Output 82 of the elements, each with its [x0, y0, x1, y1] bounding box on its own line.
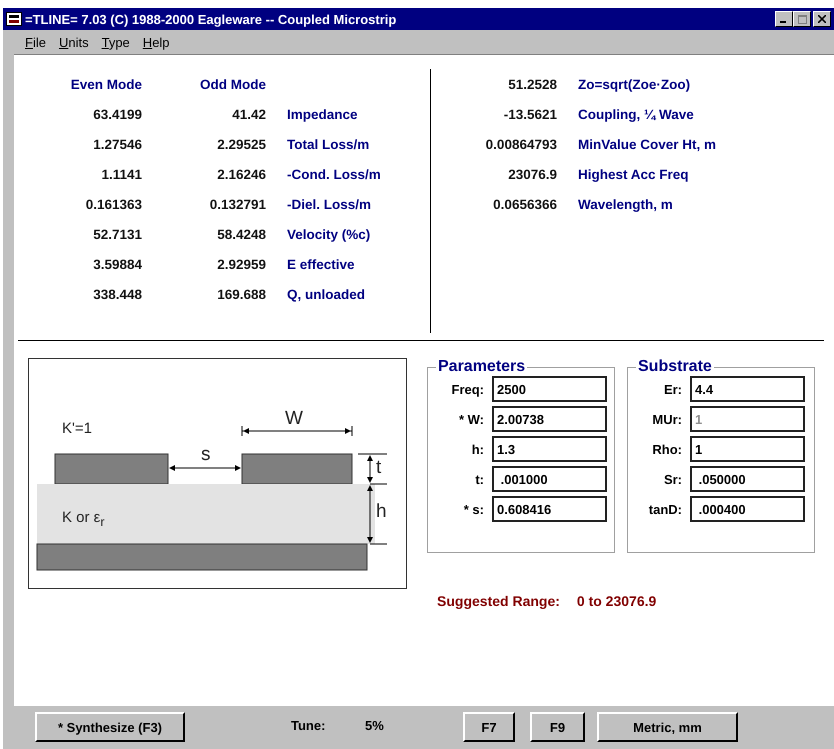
even-mode-value: 1.1141: [100, 166, 142, 182]
result-label: Coupling, ¼ Wave: [577, 106, 695, 122]
result-label: MinValue Cover Ht, m: [577, 136, 716, 152]
input-field[interactable]: .001000: [492, 466, 607, 492]
toolbar-button[interactable]: F9: [530, 712, 585, 742]
toolbar-button[interactable]: F7: [463, 712, 515, 742]
result-label: -Diel. Loss/m: [286, 196, 372, 212]
synthesize-button[interactable]: * Synthesize (F3): [35, 712, 185, 742]
close-icon: [818, 15, 826, 23]
substrate-label: K or ε$_{r}$: [62, 510, 105, 528]
even-mode-value: 3.59884: [92, 256, 142, 272]
input-field[interactable]: 2.00738: [492, 406, 607, 432]
even-mode-value: 0.161363: [84, 196, 142, 212]
result-label: Zo=sqrt(Zoe·Zoo): [577, 76, 692, 92]
tune-value: 5%: [365, 718, 384, 733]
odd-mode-value: 2.29525: [216, 136, 266, 152]
input-field[interactable]: 1: [690, 436, 805, 462]
result-value: -13.5621: [502, 106, 557, 122]
field-label: Sr:: [662, 472, 682, 486]
odd-mode-value: 2.92959: [216, 256, 266, 272]
result-label: Impedance: [286, 106, 359, 122]
input-field[interactable]: 1.3: [492, 436, 607, 462]
even-mode-value: 63.4199: [92, 106, 142, 122]
toolbar-button[interactable]: Metric, mm: [597, 712, 738, 742]
window-title: =TLINE= 7.03 (C) 1988-2000 Eagleware -- Coupled Microstrip: [25, 12, 396, 26]
result-label: Highest Acc Freq: [577, 166, 690, 182]
result-value: 0.00864793: [484, 136, 557, 152]
height-arrow: [367, 485, 388, 544]
minimize-button[interactable]: [775, 11, 793, 27]
spacing-arrow: [169, 465, 241, 471]
even-mode-value: 1.27546: [92, 136, 142, 152]
odd-mode-value: 41.42: [231, 106, 266, 122]
field-label: h:: [470, 442, 484, 456]
height-label: h: [376, 502, 387, 521]
maximize-button[interactable]: [793, 11, 811, 27]
column-header: Odd Mode: [199, 76, 266, 92]
air-label: K'=1: [62, 421, 92, 436]
menu-item[interactable]: File: [25, 34, 46, 50]
menu-item[interactable]: Type: [102, 34, 130, 50]
odd-mode-value: 169.688: [216, 286, 266, 302]
app-icon[interactable]: [6, 12, 22, 26]
width-label: W: [285, 409, 303, 428]
field-label: Rho:: [651, 442, 682, 456]
maximize-icon: [798, 14, 806, 24]
field-label: * s:: [462, 502, 484, 516]
result-label: Velocity (%c): [286, 226, 372, 242]
input-field[interactable]: 0.608416: [492, 496, 607, 522]
result-value: 0.0656366: [492, 196, 557, 212]
suggested-range-label: Suggested Range:: [437, 593, 560, 609]
field-label: Freq:: [450, 382, 484, 396]
thickness-arrow: [358, 454, 388, 484]
suggested-range-value: 0 to 23076.9: [576, 593, 656, 609]
result-label: Q, unloaded: [286, 286, 366, 302]
input-field[interactable]: .050000: [690, 466, 805, 492]
spacing-label: s: [201, 445, 210, 464]
tune-label: Tune:: [291, 718, 326, 733]
result-value: 51.2528: [507, 76, 557, 92]
odd-mode-value: 0.132791: [208, 196, 266, 212]
input-field[interactable]: 2500: [492, 376, 607, 402]
field-label: Er:: [662, 382, 682, 396]
thickness-label: t: [376, 458, 382, 477]
menu-item[interactable]: Units: [58, 34, 89, 50]
odd-mode-value: 2.16246: [216, 166, 266, 182]
close-button[interactable]: [813, 11, 831, 27]
result-label: Total Loss/m: [286, 136, 370, 152]
result-value: 23076.9: [507, 166, 557, 182]
field-label: tanD:: [648, 502, 682, 516]
field-label: MUr:: [651, 412, 682, 426]
result-label: Wavelength, m: [577, 196, 674, 212]
input-field[interactable]: 4.4: [690, 376, 805, 402]
input-field[interactable]: .000400: [690, 496, 805, 522]
column-header: Even Mode: [70, 76, 142, 92]
even-mode-value: 338.448: [92, 286, 142, 302]
field-label: * W:: [458, 412, 484, 426]
odd-mode-value: 58.4248: [216, 226, 266, 242]
result-label: -Cond. Loss/m: [286, 166, 382, 182]
group-title: Parameters: [437, 358, 526, 376]
menu-item[interactable]: Help: [142, 34, 170, 50]
field-label: t:: [474, 472, 484, 486]
result-label: E effective: [286, 256, 356, 272]
even-mode-value: 52.7131: [92, 226, 142, 242]
group-title: Substrate: [637, 358, 713, 376]
